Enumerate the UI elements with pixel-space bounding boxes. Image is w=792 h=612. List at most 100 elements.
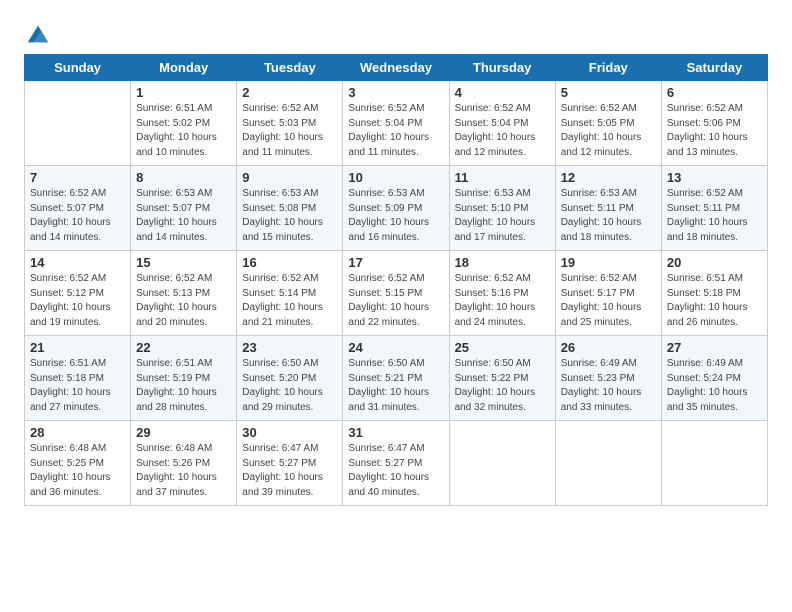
- day-number: 11: [455, 170, 550, 185]
- day-number: 18: [455, 255, 550, 270]
- calendar-cell: 22Sunrise: 6:51 AM Sunset: 5:19 PM Dayli…: [131, 336, 237, 421]
- day-number: 1: [136, 85, 231, 100]
- day-info: Sunrise: 6:50 AM Sunset: 5:20 PM Dayligh…: [242, 357, 337, 415]
- day-info: Sunrise: 6:48 AM Sunset: 5:26 PM Dayligh…: [136, 442, 231, 500]
- day-number: 30: [242, 425, 337, 440]
- day-info: Sunrise: 6:52 AM Sunset: 5:05 PM Dayligh…: [561, 102, 656, 160]
- day-info: Sunrise: 6:53 AM Sunset: 5:10 PM Dayligh…: [455, 187, 550, 245]
- day-info: Sunrise: 6:52 AM Sunset: 5:06 PM Dayligh…: [667, 102, 762, 160]
- calendar-week-row: 21 Sunrise: 6:51 AM Sunset: 5:18 PM Dayli…: [25, 336, 768, 421]
- day-number: 6: [667, 85, 762, 100]
- day-number: 7: [30, 170, 125, 185]
- calendar-cell: 23 Sunrise: 6:50 AM Sunset: 5:20 PM Dayli…: [237, 336, 343, 421]
- day-number: 25: [455, 340, 550, 355]
- calendar-cell: 14 Sunrise: 6:52 AM Sunset: 5:12 PM Dayli…: [25, 251, 131, 336]
- calendar-cell: 24 Sunrise: 6:50 AM Sunset: 5:21 PM Dayli…: [343, 336, 449, 421]
- header-day-thursday: Thursday: [449, 55, 555, 81]
- day-info: Sunrise: 6:49 AM Sunset: 5:24 PM Dayligh…: [667, 357, 762, 415]
- calendar-cell: 8 Sunrise: 6:53 AM Sunset: 5:07 PM Daylig…: [131, 166, 237, 251]
- header-day-saturday: Saturday: [661, 55, 767, 81]
- day-number: 24: [348, 340, 443, 355]
- calendar-cell: 7 Sunrise: 6:52 AM Sunset: 5:07 PM Daylig…: [25, 166, 131, 251]
- day-number: 21: [30, 340, 125, 355]
- day-info: Sunrise: 6:50 AM Sunset: 5:21 PM Dayligh…: [348, 357, 443, 415]
- calendar-cell: 6 Sunrise: 6:52 AM Sunset: 5:06 PM Daylig…: [661, 81, 767, 166]
- day-info: Sunrise: 6:53 AM Sunset: 5:07 PM Dayligh…: [136, 187, 231, 245]
- header-day-wednesday: Wednesday: [343, 55, 449, 81]
- day-number: 20: [667, 255, 762, 270]
- calendar-cell: [25, 81, 131, 166]
- calendar-cell: 10 Sunrise: 6:53 AM Sunset: 5:09 PM Dayli…: [343, 166, 449, 251]
- day-info: Sunrise: 6:52 AM Sunset: 5:07 PM Dayligh…: [30, 187, 125, 245]
- day-number: 10: [348, 170, 443, 185]
- calendar-cell: 30 Sunrise: 6:47 AM Sunset: 5:27 PM Dayli…: [237, 421, 343, 506]
- day-info: Sunrise: 6:47 AM Sunset: 5:27 PM Dayligh…: [348, 442, 443, 500]
- calendar-cell: 4Sunrise: 6:52 AM Sunset: 5:04 PM Daylig…: [449, 81, 555, 166]
- day-info: Sunrise: 6:52 AM Sunset: 5:03 PM Dayligh…: [242, 102, 337, 160]
- calendar-cell: 9 Sunrise: 6:53 AM Sunset: 5:08 PM Daylig…: [237, 166, 343, 251]
- calendar-cell: 26 Sunrise: 6:49 AM Sunset: 5:23 PM Dayli…: [555, 336, 661, 421]
- calendar-cell: 28 Sunrise: 6:48 AM Sunset: 5:25 PM Dayli…: [25, 421, 131, 506]
- day-number: 12: [561, 170, 656, 185]
- day-number: 9: [242, 170, 337, 185]
- day-info: Sunrise: 6:50 AM Sunset: 5:22 PM Dayligh…: [455, 357, 550, 415]
- header-day-friday: Friday: [555, 55, 661, 81]
- calendar-cell: [449, 421, 555, 506]
- calendar-week-row: 14 Sunrise: 6:52 AM Sunset: 5:12 PM Dayli…: [25, 251, 768, 336]
- day-info: Sunrise: 6:53 AM Sunset: 5:08 PM Dayligh…: [242, 187, 337, 245]
- day-number: 29: [136, 425, 231, 440]
- page-header: [24, 20, 768, 48]
- day-info: Sunrise: 6:52 AM Sunset: 5:12 PM Dayligh…: [30, 272, 125, 330]
- header-day-sunday: Sunday: [25, 55, 131, 81]
- day-number: 16: [242, 255, 337, 270]
- day-number: 31: [348, 425, 443, 440]
- day-number: 5: [561, 85, 656, 100]
- calendar-cell: 11 Sunrise: 6:53 AM Sunset: 5:10 PM Dayli…: [449, 166, 555, 251]
- calendar-cell: 1 Sunrise: 6:51 AM Sunset: 5:02 PM Daylig…: [131, 81, 237, 166]
- calendar-cell: 17 Sunrise: 6:52 AM Sunset: 5:15 PM Dayli…: [343, 251, 449, 336]
- calendar-cell: 15Sunrise: 6:52 AM Sunset: 5:13 PM Dayli…: [131, 251, 237, 336]
- day-number: 17: [348, 255, 443, 270]
- day-number: 14: [30, 255, 125, 270]
- day-info: Sunrise: 6:52 AM Sunset: 5:15 PM Dayligh…: [348, 272, 443, 330]
- day-info: Sunrise: 6:49 AM Sunset: 5:23 PM Dayligh…: [561, 357, 656, 415]
- day-info: Sunrise: 6:51 AM Sunset: 5:19 PM Dayligh…: [136, 357, 231, 415]
- day-info: Sunrise: 6:51 AM Sunset: 5:18 PM Dayligh…: [30, 357, 125, 415]
- calendar-cell: [661, 421, 767, 506]
- calendar-cell: [555, 421, 661, 506]
- day-number: 8: [136, 170, 231, 185]
- day-number: 2: [242, 85, 337, 100]
- day-info: Sunrise: 6:51 AM Sunset: 5:02 PM Dayligh…: [136, 102, 231, 160]
- calendar-week-row: 28 Sunrise: 6:48 AM Sunset: 5:25 PM Dayli…: [25, 421, 768, 506]
- day-info: Sunrise: 6:47 AM Sunset: 5:27 PM Dayligh…: [242, 442, 337, 500]
- day-number: 13: [667, 170, 762, 185]
- calendar-cell: 27 Sunrise: 6:49 AM Sunset: 5:24 PM Dayli…: [661, 336, 767, 421]
- day-info: Sunrise: 6:48 AM Sunset: 5:25 PM Dayligh…: [30, 442, 125, 500]
- day-info: Sunrise: 6:52 AM Sunset: 5:16 PM Dayligh…: [455, 272, 550, 330]
- day-info: Sunrise: 6:52 AM Sunset: 5:14 PM Dayligh…: [242, 272, 337, 330]
- day-info: Sunrise: 6:53 AM Sunset: 5:11 PM Dayligh…: [561, 187, 656, 245]
- day-number: 26: [561, 340, 656, 355]
- day-number: 28: [30, 425, 125, 440]
- calendar-cell: 2 Sunrise: 6:52 AM Sunset: 5:03 PM Daylig…: [237, 81, 343, 166]
- calendar-body: 1 Sunrise: 6:51 AM Sunset: 5:02 PM Daylig…: [25, 81, 768, 506]
- calendar-cell: 18 Sunrise: 6:52 AM Sunset: 5:16 PM Dayli…: [449, 251, 555, 336]
- day-number: 19: [561, 255, 656, 270]
- calendar-cell: 5 Sunrise: 6:52 AM Sunset: 5:05 PM Daylig…: [555, 81, 661, 166]
- day-number: 15: [136, 255, 231, 270]
- day-info: Sunrise: 6:52 AM Sunset: 5:04 PM Dayligh…: [455, 102, 550, 160]
- logo-icon: [24, 20, 52, 48]
- calendar-header-row: SundayMondayTuesdayWednesdayThursdayFrid…: [25, 55, 768, 81]
- logo: [24, 20, 56, 48]
- day-number: 27: [667, 340, 762, 355]
- calendar-cell: 31 Sunrise: 6:47 AM Sunset: 5:27 PM Dayli…: [343, 421, 449, 506]
- calendar-cell: 21 Sunrise: 6:51 AM Sunset: 5:18 PM Dayli…: [25, 336, 131, 421]
- calendar-week-row: 1 Sunrise: 6:51 AM Sunset: 5:02 PM Daylig…: [25, 81, 768, 166]
- day-info: Sunrise: 6:53 AM Sunset: 5:09 PM Dayligh…: [348, 187, 443, 245]
- day-info: Sunrise: 6:52 AM Sunset: 5:11 PM Dayligh…: [667, 187, 762, 245]
- day-number: 23: [242, 340, 337, 355]
- day-info: Sunrise: 6:51 AM Sunset: 5:18 PM Dayligh…: [667, 272, 762, 330]
- calendar-cell: 20 Sunrise: 6:51 AM Sunset: 5:18 PM Dayli…: [661, 251, 767, 336]
- calendar-cell: 19Sunrise: 6:52 AM Sunset: 5:17 PM Dayli…: [555, 251, 661, 336]
- calendar-cell: 25 Sunrise: 6:50 AM Sunset: 5:22 PM Dayli…: [449, 336, 555, 421]
